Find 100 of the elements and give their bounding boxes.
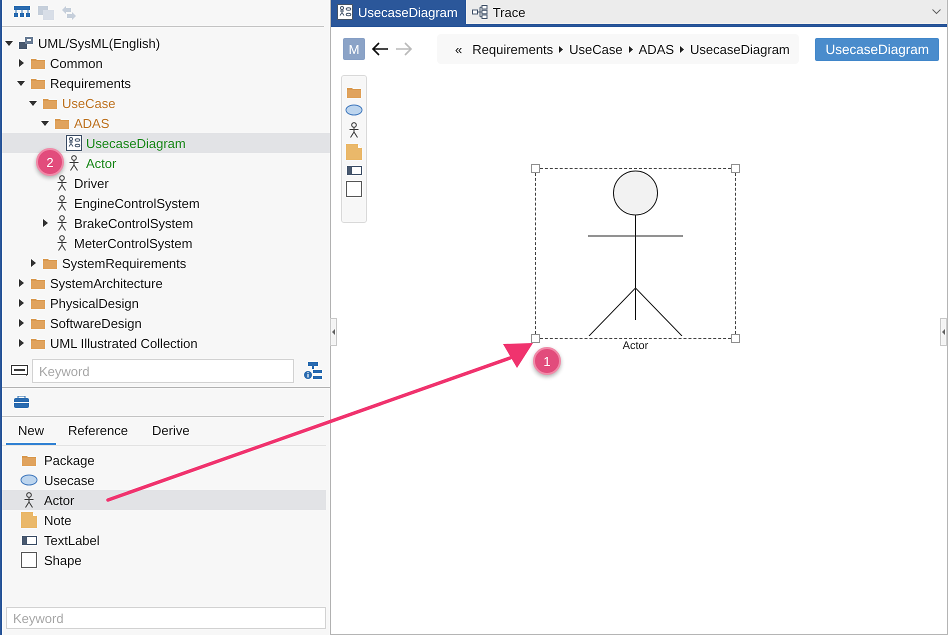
caret-right-icon[interactable] — [30, 259, 36, 267]
toolbox-item[interactable]: TextLabel — [2, 530, 326, 550]
note-icon — [346, 144, 362, 160]
resize-handle[interactable] — [731, 334, 740, 343]
arrow-left-icon — [371, 42, 389, 56]
folder-icon — [43, 97, 57, 109]
toolbox-label: Actor — [44, 492, 74, 508]
actor-icon — [56, 195, 68, 211]
collapse-handle[interactable] — [940, 318, 947, 346]
toolbox-item[interactable]: Actor — [2, 490, 326, 510]
caret-right-icon[interactable] — [18, 279, 24, 287]
folder-icon — [22, 454, 36, 466]
actor-icon — [68, 155, 80, 171]
diagram-button[interactable]: UsecaseDiagram — [815, 38, 939, 60]
actor-figure[interactable] — [588, 169, 683, 336]
toolbox-icon[interactable] — [14, 396, 29, 408]
actor-icon — [23, 492, 35, 508]
folder-icon — [31, 77, 45, 89]
tree-item[interactable]: PhysicalDesign — [50, 296, 139, 310]
actor-icon — [56, 215, 68, 231]
keyword-field[interactable]: Keyword — [6, 607, 326, 629]
hierarchy-icon[interactable] — [14, 6, 30, 20]
folder-icon — [347, 86, 361, 98]
caret-right-icon[interactable] — [18, 319, 24, 327]
resize-handle[interactable] — [731, 164, 740, 173]
resize-handle[interactable] — [531, 164, 540, 173]
breadcrumb-link[interactable]: ADAS — [638, 42, 674, 56]
editor-tab[interactable]: UsecaseDiagram — [331, 0, 466, 24]
toolbox-label: Note — [44, 512, 72, 528]
toolbox-label: Shape — [44, 552, 82, 568]
palette-tool[interactable] — [348, 122, 360, 138]
ellipse-icon — [345, 104, 363, 116]
caret-right-icon — [680, 46, 684, 52]
folder-icon — [31, 297, 45, 309]
caret-right-icon[interactable] — [18, 59, 24, 67]
tree-item[interactable]: Common — [50, 56, 103, 70]
caret-down-icon[interactable] — [5, 40, 13, 46]
tree-item[interactable]: SystemRequirements — [62, 256, 186, 270]
folder-icon — [55, 117, 69, 129]
chevron-down-icon[interactable] — [932, 9, 941, 15]
text-label-icon — [346, 166, 362, 175]
tree-item[interactable]: MeterControlSystem — [74, 236, 192, 250]
breadcrumb-link[interactable]: UseCase — [569, 42, 623, 56]
model-icon — [18, 36, 34, 50]
caret-right-icon[interactable] — [18, 299, 24, 307]
toolbox-label: Package — [44, 452, 95, 468]
back-symbol[interactable]: « — [455, 42, 462, 56]
tree-item[interactable]: Requirements — [50, 76, 131, 90]
folder-icon — [31, 277, 45, 289]
info-tree-icon[interactable] — [304, 362, 322, 380]
tree-item[interactable]: Actor — [86, 156, 116, 170]
tree-item[interactable]: SoftwareDesign — [50, 316, 142, 330]
palette-tool[interactable] — [346, 166, 362, 175]
toolbox-item[interactable]: Note — [2, 510, 326, 530]
actor-icon — [56, 235, 68, 251]
toolbox-label: Usecase — [44, 472, 95, 488]
square-icon — [346, 181, 362, 197]
actor-icon — [56, 175, 68, 191]
trace-icon — [472, 5, 488, 19]
tree-item[interactable]: UML Illustrated Collection — [50, 336, 198, 350]
resize-handle[interactable] — [531, 334, 540, 343]
step-badge: 1 — [533, 347, 561, 375]
tree-item[interactable]: Driver — [74, 176, 109, 190]
toolbox-item[interactable]: Shape — [2, 550, 326, 570]
caret-down-icon[interactable] — [41, 120, 49, 126]
arrow-right-icon — [395, 42, 413, 56]
toolbox-item[interactable]: Package — [2, 450, 326, 470]
toolbox-tab[interactable]: Reference — [56, 417, 140, 445]
tree-item[interactable]: EngineControlSystem — [74, 196, 200, 210]
toolbox-tab[interactable]: New — [6, 417, 56, 445]
folder-icon — [31, 317, 45, 329]
caret-right-icon[interactable] — [42, 219, 48, 227]
caret-right-icon[interactable] — [18, 339, 24, 347]
actor-icon — [348, 122, 360, 138]
caret-right-icon — [559, 46, 564, 52]
tree-item[interactable]: SystemArchitecture — [50, 276, 163, 290]
palette-tool[interactable] — [345, 104, 363, 116]
actor-label: Actor — [622, 340, 648, 352]
collapse-handle[interactable] — [330, 318, 337, 346]
keyword-field[interactable]: Keyword — [32, 359, 294, 383]
toolbox-label: TextLabel — [44, 532, 100, 548]
tree-item[interactable]: BrakeControlSystem — [74, 216, 194, 230]
folder-icon — [43, 257, 57, 269]
folder-icon — [31, 57, 45, 69]
ellipse-icon — [20, 474, 38, 486]
breadcrumb-link[interactable]: Requirements — [472, 42, 554, 56]
toolbox-tab[interactable]: Derive — [140, 417, 202, 445]
caret-right-icon — [628, 46, 633, 52]
back-button[interactable] — [371, 42, 389, 56]
text-field-icon — [11, 365, 29, 377]
tree-item[interactable]: UML/SysML(English) — [38, 36, 160, 50]
caret-down-icon[interactable] — [29, 100, 37, 106]
palette-tool[interactable] — [346, 181, 362, 197]
breadcrumb-link[interactable]: UsecaseDiagram — [690, 42, 790, 56]
editor-tab[interactable]: Trace — [466, 0, 534, 24]
diagram-icon — [337, 4, 353, 20]
caret-down-icon[interactable] — [17, 80, 25, 86]
toolbox-item[interactable]: Usecase — [2, 470, 326, 490]
folder-icon — [31, 337, 45, 349]
caret-left-icon — [942, 329, 945, 335]
